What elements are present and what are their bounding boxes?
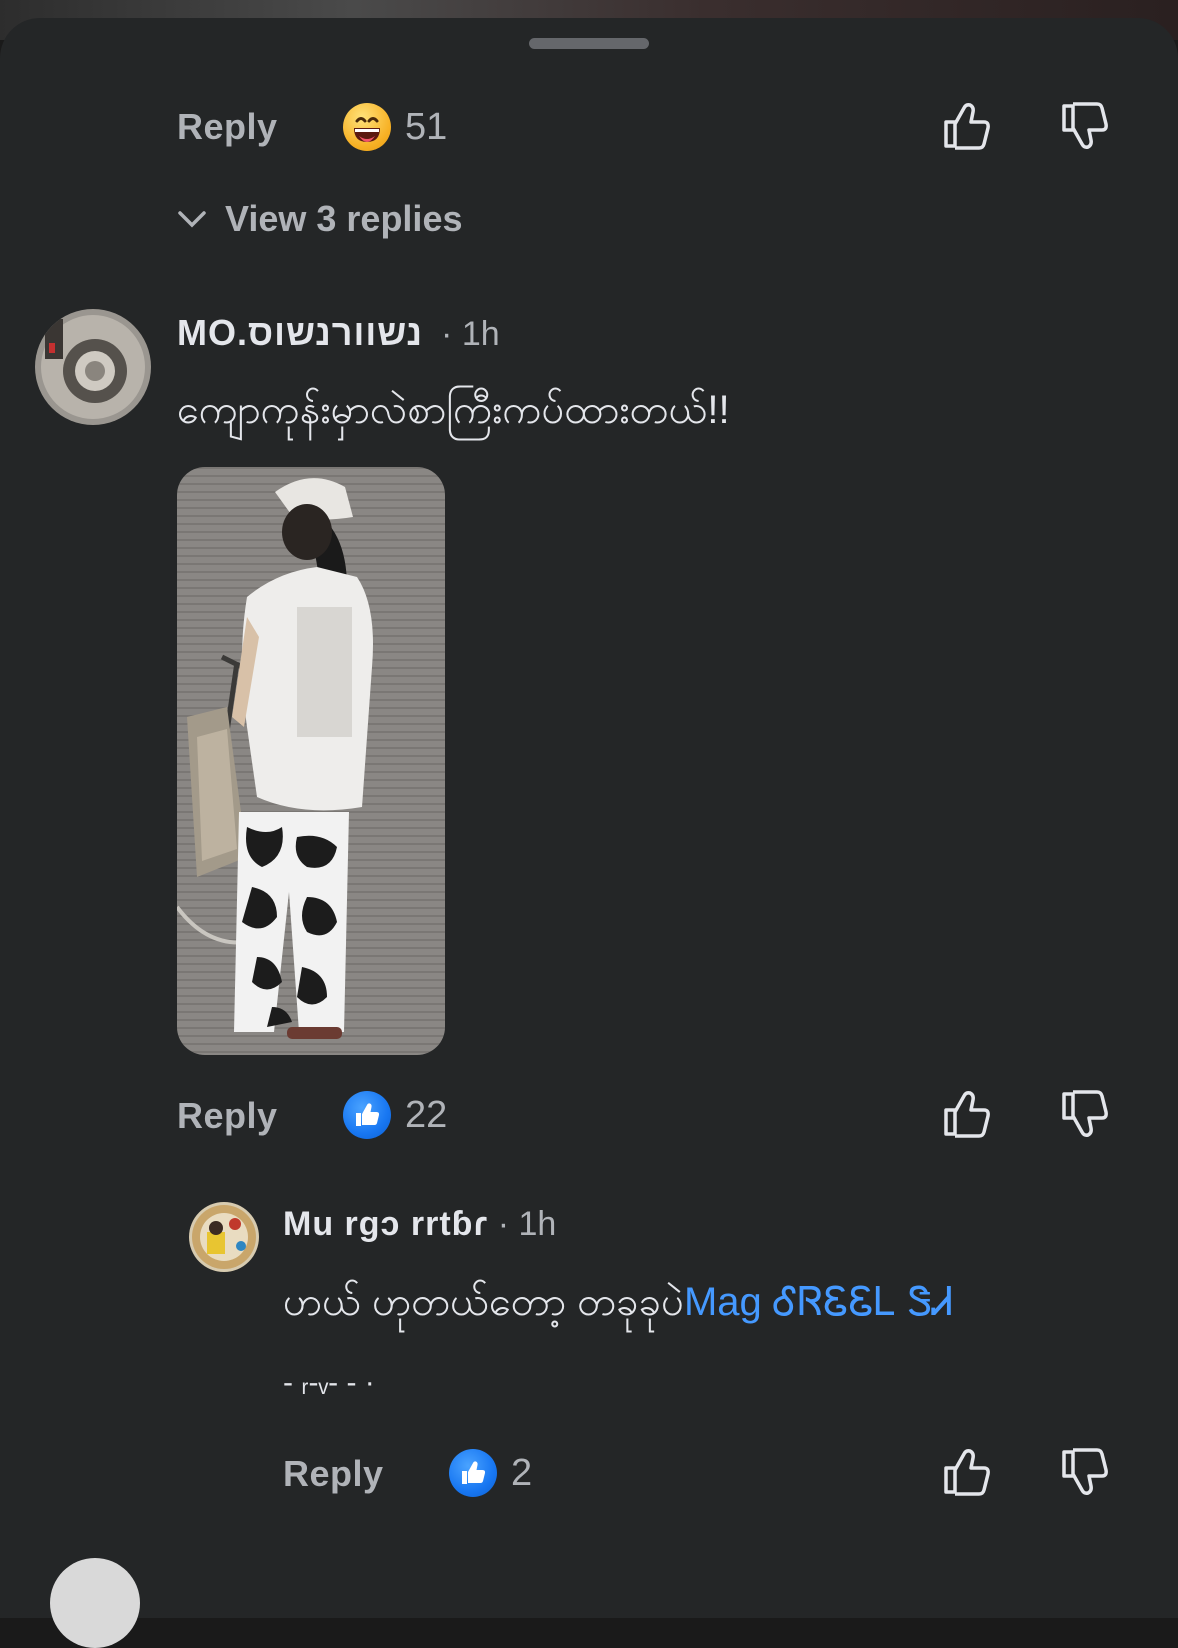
reaction-count: 51 (405, 105, 448, 148)
author-name[interactable]: Mu rgɔ rrtɓɾ (283, 1205, 488, 1244)
reply-text-continuation: - ᵣ‐ᵥ‐ - · (283, 1366, 375, 1399)
reaction-summary[interactable]: 51 (343, 103, 447, 151)
comment-photo[interactable] (177, 467, 445, 1055)
timestamp: · 1h (441, 315, 500, 353)
reaction-summary[interactable]: 22 (343, 1091, 447, 1139)
reply-text: ဟယ် ဟုတယ်တော့ တခုခုပဲMag ᎴᏒᏋᏋᏞ ᏕᏗ (283, 1276, 1083, 1328)
mention-link[interactable]: Mag ᎴᏒᏋᏋᏞ ᏕᏗ (684, 1280, 953, 1324)
reaction-count: 22 (405, 1093, 448, 1136)
reaction-count: 2 (511, 1451, 533, 1494)
author-name[interactable]: MO.נשוורנשוס (177, 312, 423, 354)
timestamp: · 1h (497, 1205, 557, 1243)
dislike-icon[interactable] (1058, 98, 1114, 154)
reaction-summary[interactable]: 2 (449, 1449, 532, 1497)
chevron-down-icon (178, 211, 206, 228)
drag-handle[interactable] (529, 38, 649, 49)
reply-button[interactable]: Reply (177, 106, 278, 148)
reply-text-main: ဟယ် ဟုတယ်တော့ တခုခုပဲ (283, 1280, 684, 1324)
reply-button[interactable]: Reply (283, 1453, 384, 1495)
reply-header: Mu rgɔ rrtɓɾ · 1h (283, 1205, 556, 1244)
comment-text: ကျောကုန်းမှာလဲစာကြီးကပ်ထားတယ်!! (177, 388, 730, 432)
reply-button[interactable]: Reply (177, 1095, 278, 1137)
avatar[interactable] (35, 309, 151, 425)
avatar[interactable] (189, 1202, 259, 1272)
like-thumb-icon (449, 1449, 497, 1497)
view-replies-label: View 3 replies (225, 198, 463, 239)
avatar[interactable] (50, 1558, 140, 1648)
like-icon[interactable] (940, 1444, 996, 1500)
like-icon[interactable] (940, 98, 996, 154)
comment-header: MO.נשוורנשוס · 1h (177, 312, 500, 354)
dislike-icon[interactable] (1058, 1444, 1114, 1500)
view-replies-button[interactable]: View 3 replies (177, 198, 462, 240)
dislike-icon[interactable] (1058, 1086, 1114, 1142)
like-icon[interactable] (940, 1086, 996, 1142)
like-thumb-icon (343, 1091, 391, 1139)
haha-emoji-icon (343, 103, 391, 151)
